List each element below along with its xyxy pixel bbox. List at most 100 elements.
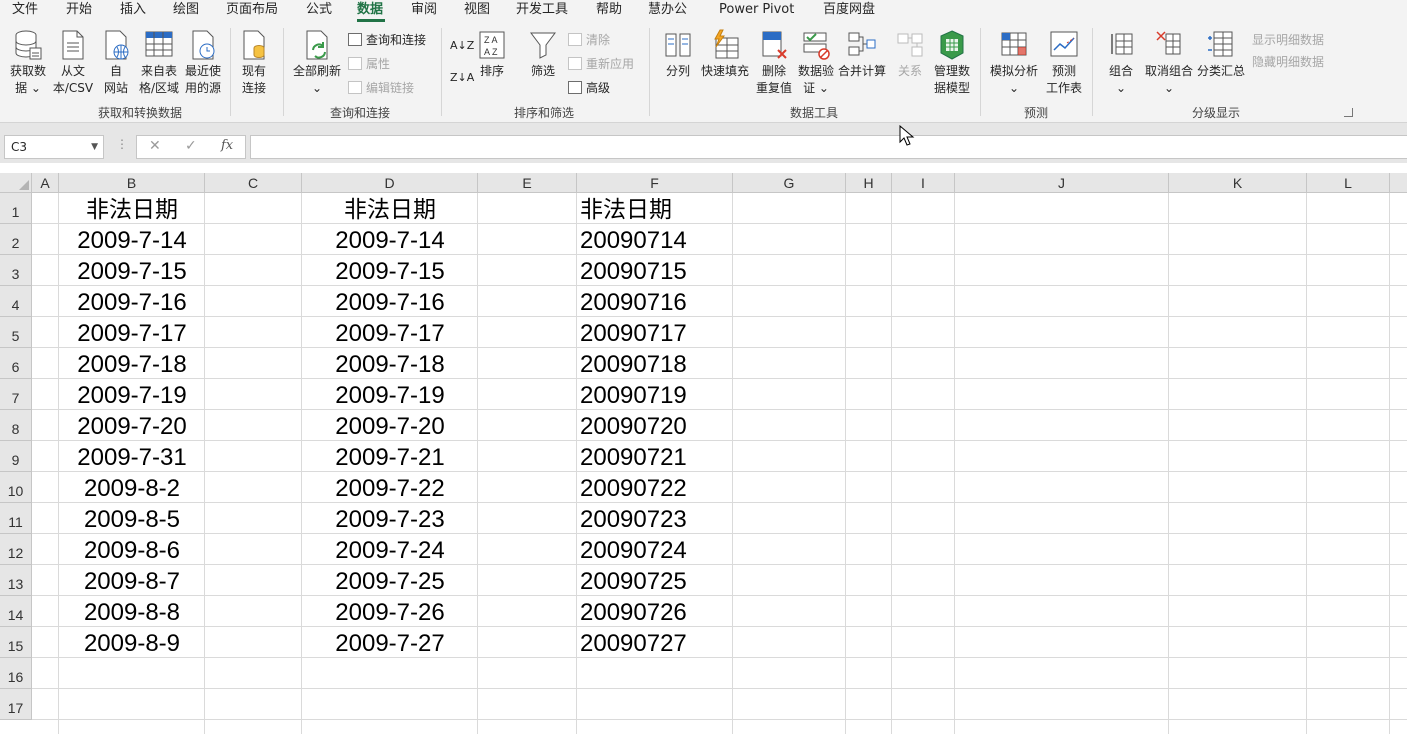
row-header-10[interactable]: 10 xyxy=(0,472,32,503)
row-header-2[interactable]: 2 xyxy=(0,224,32,255)
column-header-C[interactable]: C xyxy=(205,173,302,193)
cell-D-row-12[interactable]: 2009-7-24 xyxy=(302,534,478,565)
cell-D-row-14[interactable]: 2009-7-26 xyxy=(302,596,478,627)
cell-B-row-12[interactable]: 2009-8-6 xyxy=(59,534,205,565)
filter-button[interactable]: 筛选 xyxy=(526,28,560,79)
cell-B-row-8[interactable]: 2009-7-20 xyxy=(59,410,205,441)
row-header-9[interactable]: 9 xyxy=(0,441,32,472)
name-box[interactable]: C3 ▼ xyxy=(4,135,104,159)
cell-B-row-14[interactable]: 2009-8-8 xyxy=(59,596,205,627)
sort-descending-button[interactable]: Z↓A xyxy=(450,68,474,88)
cell-F-row-10[interactable]: 20090722 xyxy=(580,472,733,503)
cell-F-row-5[interactable]: 20090717 xyxy=(580,317,733,348)
cell-F-row-8[interactable]: 20090720 xyxy=(580,410,733,441)
menu-tab-3[interactable]: 绘图 xyxy=(173,0,199,22)
hide-detail-button[interactable]: 隐藏明细数据 xyxy=(1252,52,1324,72)
chevron-down-icon[interactable]: ▼ xyxy=(91,136,98,158)
manage-data-model-button[interactable]: 管理数 据模型 xyxy=(930,28,974,96)
cell-F-row-9[interactable]: 20090721 xyxy=(580,441,733,472)
column-header-E[interactable]: E xyxy=(478,173,577,193)
row-header-7[interactable]: 7 xyxy=(0,379,32,410)
cell-D-row-15[interactable]: 2009-7-27 xyxy=(302,627,478,658)
formula-input[interactable] xyxy=(250,135,1407,159)
existing-connections-button[interactable]: 现有 连接 xyxy=(236,28,272,96)
row-header-14[interactable]: 14 xyxy=(0,596,32,627)
show-detail-button[interactable]: 显示明细数据 xyxy=(1252,30,1324,50)
menu-tab-10[interactable]: 帮助 xyxy=(596,0,622,22)
ungroup-button[interactable]: 取消组合 ⌄ xyxy=(1142,28,1196,96)
menu-tab-0[interactable]: 文件 xyxy=(12,0,38,22)
data-validation-button[interactable]: 数据验 证 ⌄ xyxy=(796,28,836,96)
cell-B-row-3[interactable]: 2009-7-15 xyxy=(59,255,205,286)
cell-F-row-1[interactable]: 非法日期 xyxy=(580,193,733,224)
worksheet-grid[interactable]: A B C D E F G H I J K L 1 2 3 4 5 6 7 8 9 10 11 12 13 14 15 16 17 非法日… xyxy=(0,163,1407,734)
column-header-H[interactable]: H xyxy=(846,173,892,193)
cell-D-row-10[interactable]: 2009-7-22 xyxy=(302,472,478,503)
cell-B-row-10[interactable]: 2009-8-2 xyxy=(59,472,205,503)
flash-fill-button[interactable]: 快速填充 xyxy=(700,28,750,79)
sort-button[interactable]: Z A A Z 排序 xyxy=(476,28,508,79)
cell-B-row-11[interactable]: 2009-8-5 xyxy=(59,503,205,534)
cell-B-row-6[interactable]: 2009-7-18 xyxy=(59,348,205,379)
cell-D-row-3[interactable]: 2009-7-15 xyxy=(302,255,478,286)
column-header-A[interactable]: A xyxy=(32,173,59,193)
cell-D-row-6[interactable]: 2009-7-18 xyxy=(302,348,478,379)
row-header-4[interactable]: 4 xyxy=(0,286,32,317)
menu-tab-2[interactable]: 插入 xyxy=(120,0,146,22)
what-if-analysis-button[interactable]: 模拟分析 ⌄ xyxy=(988,28,1040,96)
cell-B-row-1[interactable]: 非法日期 xyxy=(59,193,205,224)
edit-links-button[interactable]: 编辑链接 xyxy=(348,78,414,98)
properties-button[interactable]: 属性 xyxy=(348,54,390,74)
cell-F-row-12[interactable]: 20090724 xyxy=(580,534,733,565)
cell-D-row-1[interactable]: 非法日期 xyxy=(302,193,478,224)
cell-D-row-4[interactable]: 2009-7-16 xyxy=(302,286,478,317)
drag-handle-icon[interactable]: ⋮ xyxy=(116,137,128,151)
cell-F-row-7[interactable]: 20090719 xyxy=(580,379,733,410)
from-table-button[interactable]: 来自表 格/区域 xyxy=(138,28,180,96)
row-header-15[interactable]: 15 xyxy=(0,627,32,658)
cell-F-row-13[interactable]: 20090725 xyxy=(580,565,733,596)
row-header-1[interactable]: 1 xyxy=(0,193,32,224)
cell-B-row-7[interactable]: 2009-7-19 xyxy=(59,379,205,410)
subtotal-button[interactable]: 分类汇总 xyxy=(1196,28,1246,79)
group-button[interactable]: 组合 ⌄ xyxy=(1104,28,1138,96)
cell-D-row-2[interactable]: 2009-7-14 xyxy=(302,224,478,255)
row-header-8[interactable]: 8 xyxy=(0,410,32,441)
cell-F-row-15[interactable]: 20090727 xyxy=(580,627,733,658)
cell-B-row-2[interactable]: 2009-7-14 xyxy=(59,224,205,255)
row-header-17[interactable]: 17 xyxy=(0,689,32,720)
cell-D-row-13[interactable]: 2009-7-25 xyxy=(302,565,478,596)
insert-function-icon[interactable]: fx xyxy=(221,138,233,153)
advanced-filter-button[interactable]: 高级 xyxy=(568,78,610,98)
cell-B-row-4[interactable]: 2009-7-16 xyxy=(59,286,205,317)
cell-F-row-6[interactable]: 20090718 xyxy=(580,348,733,379)
menu-tab-4[interactable]: 页面布局 xyxy=(226,0,278,22)
column-header-G[interactable]: G xyxy=(733,173,846,193)
menu-tab-11[interactable]: 慧办公 xyxy=(648,0,687,22)
menu-tab-7[interactable]: 审阅 xyxy=(411,0,437,22)
dialog-launcher-icon[interactable] xyxy=(1344,108,1353,117)
from-text-button[interactable]: 从文 本/CSV xyxy=(50,28,96,96)
cell-F-row-11[interactable]: 20090723 xyxy=(580,503,733,534)
menu-tab-12[interactable]: Power Pivot xyxy=(719,0,794,22)
cell-F-row-2[interactable]: 20090714 xyxy=(580,224,733,255)
select-all-corner[interactable] xyxy=(0,173,32,193)
cell-F-row-3[interactable]: 20090715 xyxy=(580,255,733,286)
row-header-12[interactable]: 12 xyxy=(0,534,32,565)
row-header-11[interactable]: 11 xyxy=(0,503,32,534)
cell-B-row-5[interactable]: 2009-7-17 xyxy=(59,317,205,348)
column-header-B[interactable]: B xyxy=(59,173,205,193)
cell-D-row-11[interactable]: 2009-7-23 xyxy=(302,503,478,534)
cell-F-row-14[interactable]: 20090726 xyxy=(580,596,733,627)
recent-sources-button[interactable]: 最近使 用的源 xyxy=(182,28,224,96)
clear-filter-button[interactable]: 清除 xyxy=(568,30,610,50)
cell-D-row-9[interactable]: 2009-7-21 xyxy=(302,441,478,472)
remove-duplicates-button[interactable]: 删除 重复值 xyxy=(754,28,794,96)
menu-tab-5[interactable]: 公式 xyxy=(306,0,332,22)
column-header-L[interactable]: L xyxy=(1307,173,1390,193)
row-header-5[interactable]: 5 xyxy=(0,317,32,348)
sort-ascending-button[interactable]: A↓Z xyxy=(450,36,474,56)
consolidate-button[interactable]: 合并计算 xyxy=(837,28,887,79)
row-header-13[interactable]: 13 xyxy=(0,565,32,596)
cell-D-row-5[interactable]: 2009-7-17 xyxy=(302,317,478,348)
